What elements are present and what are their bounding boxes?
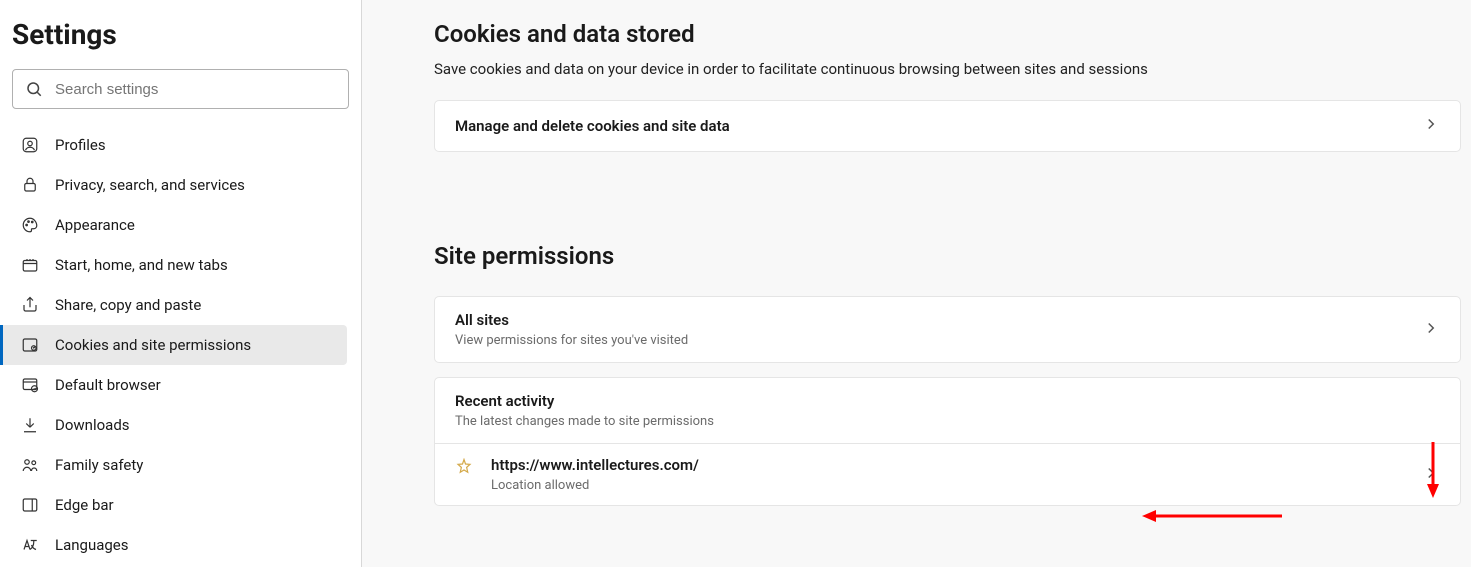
search-icon (25, 80, 43, 98)
recent-activity-header: Recent activity The latest changes made … (435, 378, 1460, 443)
search-input[interactable] (55, 81, 336, 98)
all-sites-card: All sites View permissions for sites you… (434, 296, 1461, 363)
all-sites-label: All sites (455, 311, 688, 329)
cookie-icon (21, 336, 39, 354)
palette-icon (21, 216, 39, 234)
sidebar-item-label: Privacy, search, and services (55, 176, 245, 194)
sidebar-item-default-browser[interactable]: Default browser (0, 365, 347, 405)
lock-icon (21, 176, 39, 194)
sidebar-item-share-copy-paste[interactable]: Share, copy and paste (0, 285, 347, 325)
sidebar-item-downloads[interactable]: Downloads (0, 405, 347, 445)
sidebar-item-label: Family safety (55, 456, 143, 474)
profiles-icon (21, 136, 39, 154)
sidebar-item-privacy[interactable]: Privacy, search, and services (0, 165, 347, 205)
sidebar-item-languages[interactable]: Languages (0, 525, 347, 565)
download-icon (21, 416, 39, 434)
recent-site-row[interactable]: https://www.intellectures.com/ Location … (435, 444, 1460, 505)
settings-nav: Profiles Privacy, search, and services A… (0, 121, 361, 565)
sidebar-item-label: Share, copy and paste (55, 296, 201, 314)
recent-activity-label: Recent activity (455, 392, 714, 410)
family-icon (21, 456, 39, 474)
all-sites-row[interactable]: All sites View permissions for sites you… (435, 297, 1460, 362)
sidebar-item-start-home-tabs[interactable]: Start, home, and new tabs (0, 245, 347, 285)
chevron-right-icon (1422, 464, 1440, 486)
sidebar-item-label: Cookies and site permissions (55, 336, 251, 354)
site-favicon-icon (455, 458, 473, 476)
all-sites-sub: View permissions for sites you've visite… (455, 333, 688, 348)
cookies-section-title: Cookies and data stored (434, 0, 1461, 60)
page-title: Settings (0, 18, 361, 69)
sidebar-item-edge-bar[interactable]: Edge bar (0, 485, 347, 525)
tabs-icon (21, 256, 39, 274)
chevron-right-icon (1422, 319, 1440, 341)
language-icon (21, 536, 39, 554)
sidebar-item-label: Downloads (55, 416, 130, 434)
sidebar-item-label: Default browser (55, 376, 161, 394)
recent-activity-card: Recent activity The latest changes made … (434, 377, 1461, 506)
annotation-arrow-left-icon (1142, 510, 1282, 522)
recent-site-url: https://www.intellectures.com/ (491, 456, 699, 474)
manage-cookies-card: Manage and delete cookies and site data (434, 100, 1461, 152)
sidebar-panel-icon (21, 496, 39, 514)
search-settings-field[interactable] (12, 69, 349, 109)
sidebar-item-cookies-permissions[interactable]: Cookies and site permissions (0, 325, 347, 365)
share-icon (21, 296, 39, 314)
sidebar-item-family-safety[interactable]: Family safety (0, 445, 347, 485)
sidebar-item-label: Edge bar (55, 496, 114, 514)
browser-check-icon (21, 376, 39, 394)
recent-site-status: Location allowed (491, 478, 699, 493)
sidebar-item-appearance[interactable]: Appearance (0, 205, 347, 245)
cookies-section-desc: Save cookies and data on your device in … (434, 60, 1461, 100)
sidebar-item-label: Profiles (55, 136, 106, 154)
manage-cookies-label: Manage and delete cookies and site data (455, 117, 730, 135)
chevron-right-icon (1422, 115, 1440, 137)
manage-cookies-row[interactable]: Manage and delete cookies and site data (435, 101, 1460, 151)
main-content: Cookies and data stored Save cookies and… (362, 0, 1471, 567)
permissions-section-title: Site permissions (434, 222, 1461, 282)
sidebar-item-label: Appearance (55, 216, 135, 234)
sidebar-item-label: Start, home, and new tabs (55, 256, 228, 274)
sidebar-item-profiles[interactable]: Profiles (0, 125, 347, 165)
sidebar-item-label: Languages (55, 536, 129, 554)
sidebar: Settings Profiles Privacy, search, and s… (0, 0, 362, 567)
recent-activity-sub: The latest changes made to site permissi… (455, 414, 714, 429)
